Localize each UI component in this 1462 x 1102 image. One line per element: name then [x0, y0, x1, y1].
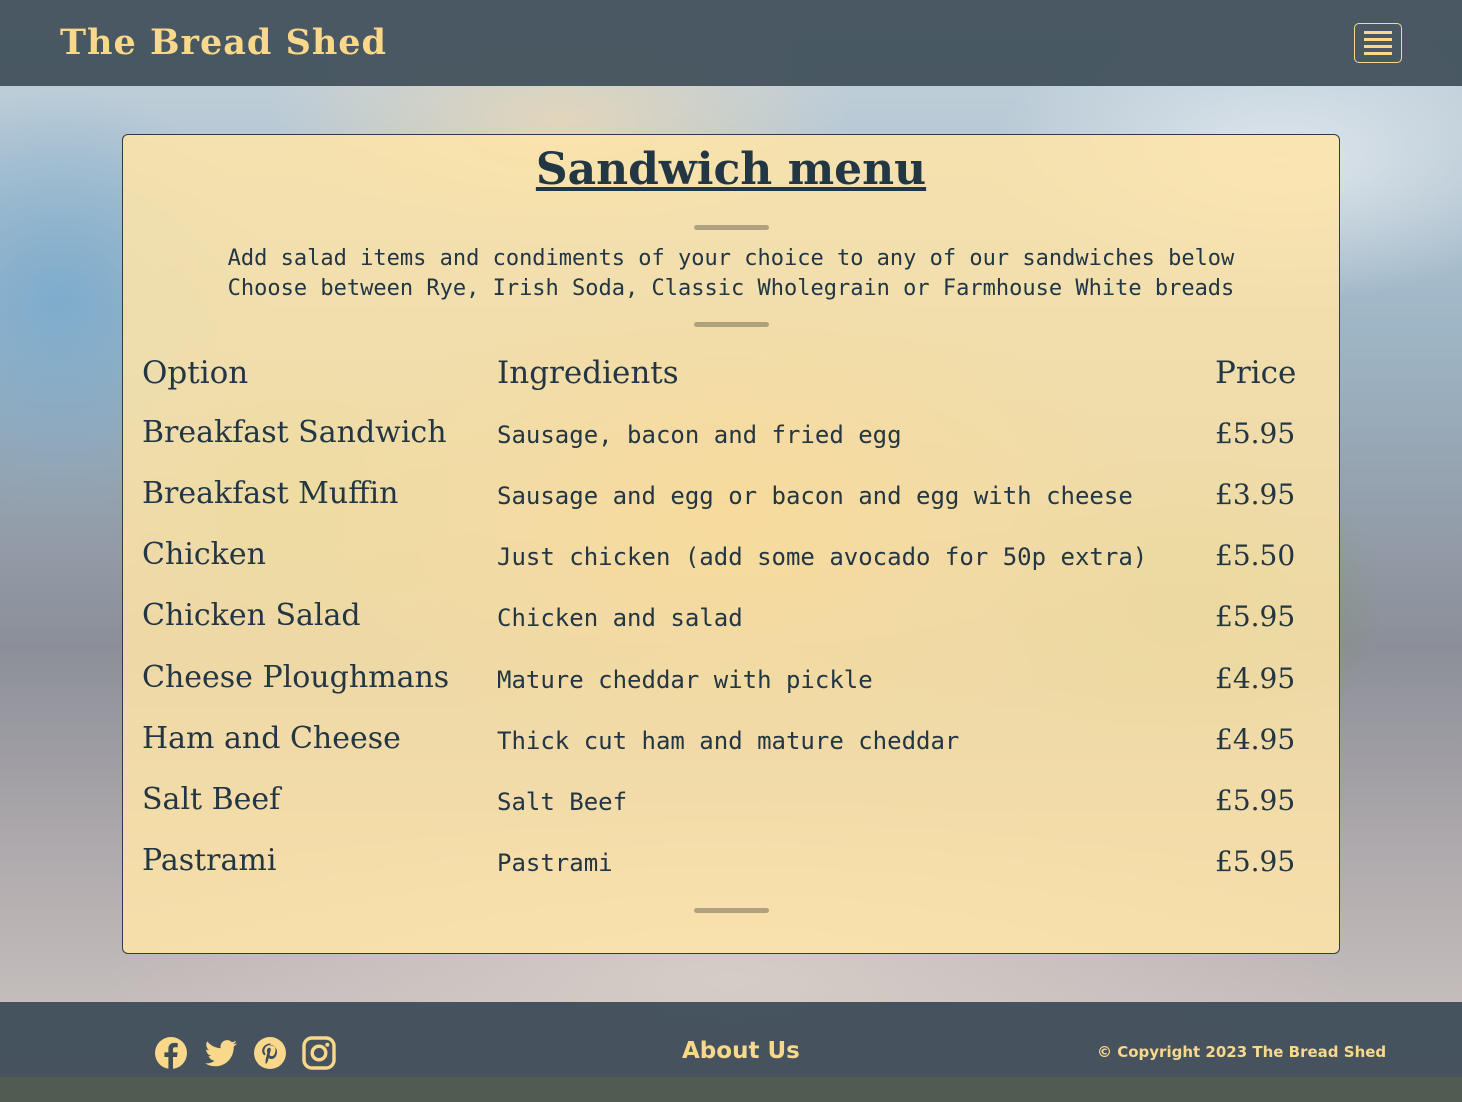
item-price: £4.95 — [1215, 723, 1296, 756]
column-header-option: Option — [142, 355, 249, 391]
item-price: £4.95 — [1215, 662, 1296, 695]
column-header-price: Price — [1215, 355, 1297, 391]
menu-bar — [1364, 52, 1392, 55]
brand-logo[interactable]: The Bread Shed — [60, 22, 387, 63]
item-option: Breakfast Sandwich — [142, 415, 447, 450]
item-option: Chicken — [142, 537, 266, 572]
menu-bar — [1364, 45, 1392, 48]
item-option: Chicken Salad — [142, 598, 361, 633]
facebook-icon[interactable] — [154, 1036, 188, 1070]
item-price: £5.95 — [1215, 417, 1296, 450]
pinterest-icon[interactable] — [253, 1036, 287, 1070]
item-option: Salt Beef — [142, 782, 281, 817]
item-ingredients: Thick cut ham and mature cheddar — [497, 727, 960, 755]
menu-intro-line-2: Choose between Rye, Irish Soda, Classic … — [227, 276, 1235, 301]
item-price: £3.95 — [1215, 478, 1296, 511]
item-option: Ham and Cheese — [142, 721, 401, 756]
item-ingredients: Just chicken (add some avocado for 50p e… — [497, 543, 1148, 571]
item-option: Cheese Ploughmans — [142, 660, 450, 695]
item-ingredients: Pastrami — [497, 849, 613, 877]
instagram-icon[interactable] — [302, 1036, 336, 1070]
item-ingredients: Chicken and salad — [497, 604, 743, 632]
item-option: Pastrami — [142, 843, 277, 878]
item-price: £5.50 — [1215, 539, 1296, 572]
copyright-text: © Copyright 2023 The Bread Shed — [1097, 1043, 1387, 1061]
menu-intro-line-1: Add salad items and condiments of your c… — [227, 246, 1235, 271]
item-ingredients: Sausage and egg or bacon and egg with ch… — [497, 482, 1133, 510]
bottom-strip — [0, 1077, 1462, 1102]
item-price: £5.95 — [1215, 784, 1296, 817]
menu-bar — [1364, 31, 1392, 34]
twitter-icon[interactable] — [204, 1036, 238, 1070]
item-ingredients: Sausage, bacon and fried egg — [497, 421, 902, 449]
item-price: £5.95 — [1215, 845, 1296, 878]
divider — [694, 322, 769, 327]
menu-bar — [1364, 38, 1392, 41]
hamburger-menu-icon[interactable] — [1354, 23, 1402, 63]
divider — [694, 908, 769, 913]
item-price: £5.95 — [1215, 600, 1296, 633]
site-header: The Bread Shed — [0, 0, 1462, 86]
item-ingredients: Salt Beef — [497, 788, 628, 816]
page-title: Sandwich menu — [535, 144, 927, 195]
divider — [694, 225, 769, 230]
item-ingredients: Mature cheddar with pickle — [497, 666, 873, 694]
about-us-link[interactable]: About Us — [682, 1038, 800, 1064]
column-header-ingredients: Ingredients — [497, 355, 679, 391]
item-option: Breakfast Muffin — [142, 476, 399, 511]
